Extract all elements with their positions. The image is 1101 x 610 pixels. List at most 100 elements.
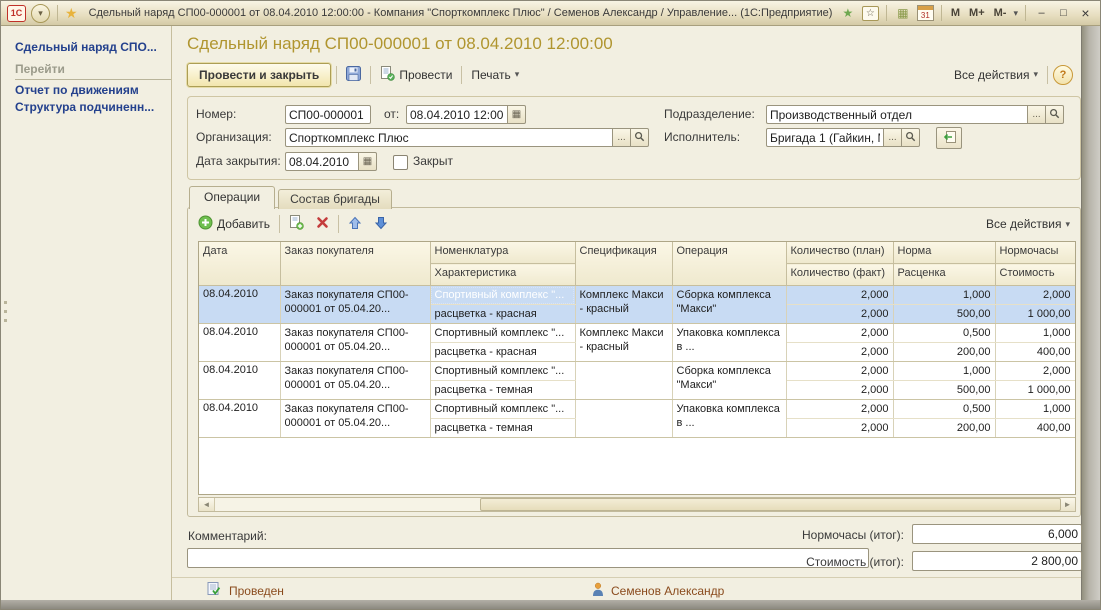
- cell-date[interactable]: 08.04.2010: [199, 324, 280, 362]
- cell-qty-fact[interactable]: 2,000: [786, 343, 893, 362]
- favorites-panel-icon[interactable]: ☆: [862, 6, 879, 21]
- cell-characteristic[interactable]: расцветка - темная: [430, 381, 575, 400]
- cell-characteristic[interactable]: расцветка - красная: [430, 343, 575, 362]
- cell-characteristic[interactable]: расцветка - темная: [430, 419, 575, 438]
- cell-cost[interactable]: 400,00: [995, 343, 1075, 362]
- cell-qty-fact[interactable]: 2,000: [786, 381, 893, 400]
- post-button[interactable]: Провести: [376, 64, 456, 86]
- sidebar-item-subordination[interactable]: Структура подчиненн...: [15, 100, 165, 114]
- closed-checkbox[interactable]: [393, 155, 408, 170]
- number-input[interactable]: [285, 105, 371, 124]
- scroll-left-button[interactable]: ◄: [199, 498, 215, 511]
- cell-qty-plan[interactable]: 2,000: [786, 286, 893, 305]
- minimize-button[interactable]: –: [1033, 7, 1050, 19]
- scrollbar-track[interactable]: [215, 498, 1059, 511]
- post-and-close-button[interactable]: Провести и закрыть: [187, 63, 331, 87]
- close-date-calendar-button[interactable]: ▦: [359, 152, 377, 171]
- cell-nomenclature[interactable]: Спортивный комплекс "...: [430, 400, 575, 419]
- cell-order[interactable]: Заказ покупателя СП00-000001 от 05.04.20…: [280, 400, 430, 438]
- cell-qty-fact[interactable]: 2,000: [786, 305, 893, 324]
- cell-date[interactable]: 08.04.2010: [199, 286, 280, 324]
- norm-hours-total-input[interactable]: [912, 524, 1082, 544]
- cell-date[interactable]: 08.04.2010: [199, 362, 280, 400]
- cell-operation[interactable]: Сборка комплекса "Макси": [672, 286, 786, 324]
- organization-search-button[interactable]: [631, 128, 649, 147]
- cell-norm[interactable]: 0,500: [893, 324, 995, 343]
- horizontal-scrollbar[interactable]: ◄ ►: [198, 497, 1076, 512]
- tab-operations[interactable]: Операции: [189, 186, 275, 209]
- cell-rate[interactable]: 200,00: [893, 419, 995, 438]
- cell-rate[interactable]: 200,00: [893, 343, 995, 362]
- memory-m-minus-button[interactable]: M-: [992, 7, 1009, 19]
- executor-lookup-button[interactable]: ...: [884, 128, 902, 147]
- tab-brigade[interactable]: Состав бригады: [278, 189, 392, 209]
- cell-norm-hours[interactable]: 2,000: [995, 286, 1075, 305]
- delete-row-button[interactable]: [313, 214, 332, 234]
- cell-rate[interactable]: 500,00: [893, 381, 995, 400]
- help-button[interactable]: ?: [1053, 65, 1073, 85]
- cell-operation[interactable]: Упаковка комплекса в ...: [672, 324, 786, 362]
- move-row-up-button[interactable]: [345, 214, 365, 235]
- cell-cost[interactable]: 1 000,00: [995, 305, 1075, 324]
- close-date-input[interactable]: [285, 152, 359, 171]
- cell-qty-fact[interactable]: 2,000: [786, 419, 893, 438]
- add-row-button[interactable]: Добавить: [195, 213, 273, 235]
- memory-m-plus-button[interactable]: M+: [967, 7, 987, 19]
- department-input[interactable]: [766, 105, 1028, 124]
- cell-operation[interactable]: Упаковка комплекса в ...: [672, 400, 786, 438]
- department-lookup-button[interactable]: ...: [1028, 105, 1046, 124]
- move-row-down-button[interactable]: [371, 214, 391, 235]
- sidebar-splitter-handle[interactable]: [4, 301, 7, 304]
- cell-order[interactable]: Заказ покупателя СП00-000001 от 05.04.20…: [280, 286, 430, 324]
- favorites-star-icon[interactable]: ★: [65, 6, 78, 20]
- cell-rate[interactable]: 500,00: [893, 305, 995, 324]
- cell-specification[interactable]: Комплекс Макси - красный: [575, 324, 672, 362]
- organization-input[interactable]: [285, 128, 613, 147]
- executor-open-button[interactable]: [936, 127, 962, 149]
- grid-all-actions-button[interactable]: Все действия ▾: [983, 215, 1073, 233]
- sidebar-item-document[interactable]: Сдельный наряд СПО...: [15, 40, 165, 54]
- cell-specification[interactable]: [575, 400, 672, 438]
- cell-nomenclature[interactable]: Спортивный комплекс "...: [430, 362, 575, 381]
- scrollbar-thumb[interactable]: [480, 498, 1061, 511]
- memory-m-button[interactable]: M: [949, 7, 962, 19]
- calendar-icon[interactable]: 31: [917, 5, 934, 21]
- cell-cost[interactable]: 400,00: [995, 419, 1075, 438]
- cell-norm[interactable]: 1,000: [893, 362, 995, 381]
- cell-characteristic[interactable]: расцветка - красная: [430, 305, 575, 324]
- cell-cost[interactable]: 1 000,00: [995, 381, 1075, 400]
- cell-nomenclature[interactable]: Спортивный комплекс "...: [430, 286, 575, 305]
- sidebar-item-movements-report[interactable]: Отчет по движениям: [15, 83, 165, 97]
- print-menu-button[interactable]: Печать ▾: [467, 64, 523, 86]
- department-search-button[interactable]: [1046, 105, 1064, 124]
- executor-search-button[interactable]: [902, 128, 920, 147]
- cell-qty-plan[interactable]: 2,000: [786, 324, 893, 343]
- cell-date[interactable]: 08.04.2010: [199, 400, 280, 438]
- datetime-calendar-button[interactable]: ▦: [508, 105, 526, 124]
- close-button[interactable]: ×: [1077, 5, 1094, 21]
- all-actions-button[interactable]: Все действия ▾: [950, 64, 1042, 86]
- document-datetime-input[interactable]: [406, 105, 508, 124]
- maximize-button[interactable]: □: [1055, 7, 1072, 19]
- cell-qty-plan[interactable]: 2,000: [786, 362, 893, 381]
- cell-norm[interactable]: 0,500: [893, 400, 995, 419]
- cell-operation[interactable]: Сборка комплекса "Макси": [672, 362, 786, 400]
- calculator-icon[interactable]: ▦: [894, 5, 912, 22]
- cell-nomenclature[interactable]: Спортивный комплекс "...: [430, 324, 575, 343]
- cell-norm-hours[interactable]: 2,000: [995, 362, 1075, 381]
- titlebar-overflow-caret-icon[interactable]: ▾: [1013, 8, 1018, 19]
- closed-checkbox-label[interactable]: Закрыт: [413, 152, 453, 171]
- scroll-right-button[interactable]: ►: [1059, 498, 1075, 511]
- copy-row-button[interactable]: [286, 213, 307, 235]
- system-menu-button[interactable]: ▾: [31, 4, 50, 23]
- cell-norm-hours[interactable]: 1,000: [995, 324, 1075, 343]
- cell-norm[interactable]: 1,000: [893, 286, 995, 305]
- executor-input[interactable]: [766, 128, 884, 147]
- cell-order[interactable]: Заказ покупателя СП00-000001 от 05.04.20…: [280, 324, 430, 362]
- cost-total-input[interactable]: [912, 551, 1082, 571]
- author-link[interactable]: Семенов Александр: [611, 584, 724, 598]
- cell-specification[interactable]: [575, 362, 672, 400]
- cell-order[interactable]: Заказ покупателя СП00-000001 от 05.04.20…: [280, 362, 430, 400]
- organization-lookup-button[interactable]: ...: [613, 128, 631, 147]
- cell-norm-hours[interactable]: 1,000: [995, 400, 1075, 419]
